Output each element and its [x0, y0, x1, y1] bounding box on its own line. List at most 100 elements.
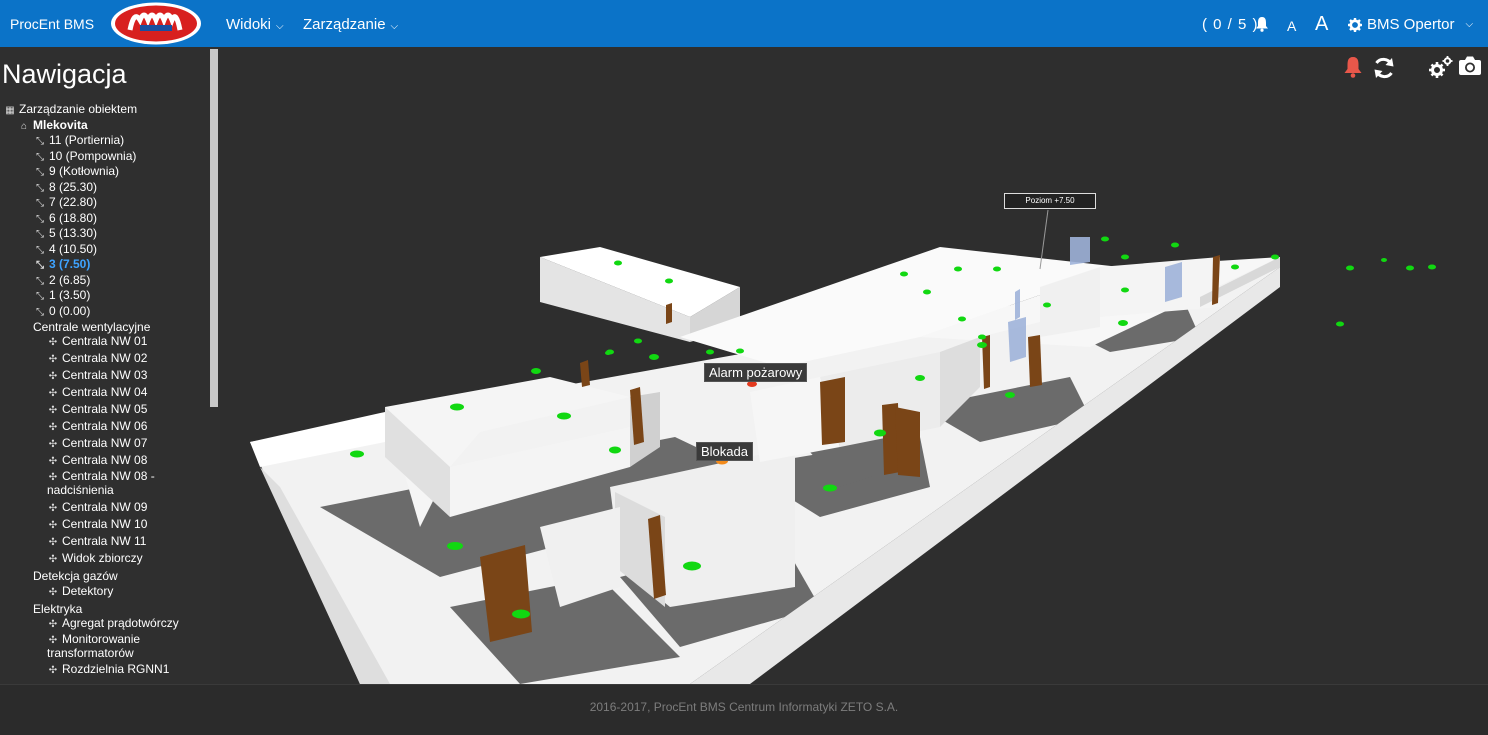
- fan-icon: ✣: [48, 405, 58, 416]
- alarm-counter[interactable]: ( 0 / 5 ): [1202, 16, 1259, 33]
- fan-icon: ✣: [48, 371, 58, 382]
- tree-item[interactable]: ⤡ 9 (Kotłownia): [34, 164, 119, 181]
- tree-item-label: Centrala NW 03: [62, 368, 148, 382]
- tree-item-label: Elektryka: [33, 602, 83, 616]
- user-menu[interactable]: BMS Opertor ⌵: [1348, 16, 1473, 33]
- settings-icon[interactable]: [1428, 55, 1454, 79]
- stairs-icon: ⤡: [36, 291, 44, 302]
- tree-item-label: 10 (Pompownia): [49, 148, 137, 163]
- footer-copyright: 2016-2017, ProcEnt BMS Centrum Informaty…: [589, 700, 899, 714]
- camera-icon[interactable]: [1458, 55, 1482, 77]
- level-label: Poziom +7.50: [1004, 193, 1096, 209]
- stairs-icon: ⤡: [36, 244, 44, 256]
- tree-item-label: 11 (Portiernia): [49, 133, 125, 147]
- tree-item-label: 6 (18.80): [49, 210, 98, 225]
- fan-icon: ✣: [48, 587, 58, 598]
- tree-item[interactable]: Detekcja gazów: [33, 569, 118, 585]
- chevron-down-icon: ⌵: [390, 21, 399, 32]
- fire-alarm-label[interactable]: Alarm pożarowy: [704, 363, 808, 382]
- tree-item-label: 7 (22.80): [49, 195, 98, 209]
- tree-item[interactable]: ▦ Zarządzanie obiektem: [4, 102, 137, 119]
- tree-item[interactable]: ✣ Centrala NW 03: [47, 368, 148, 385]
- tree-item[interactable]: ✣ Centrala NW 01: [47, 334, 148, 351]
- menu-zarzadzanie[interactable]: Zarządzanie ⌵: [303, 16, 398, 33]
- tree-item[interactable]: ✣ Agregat prądotwórczy: [47, 616, 179, 633]
- tree-item[interactable]: ⤡ 7 (22.80): [34, 195, 97, 212]
- tree-item[interactable]: ⤡ 1 (3.50): [34, 288, 90, 305]
- fan-icon: ✣: [48, 665, 58, 676]
- stairs-icon: ⤡: [36, 167, 44, 178]
- tree-item[interactable]: ✣ Centrala NW 10: [47, 517, 148, 534]
- company-logo: [111, 2, 201, 45]
- refresh-icon[interactable]: [1371, 55, 1397, 81]
- menu-widoki[interactable]: Widoki ⌵: [226, 16, 284, 33]
- factory-icon: ⌂: [20, 120, 28, 132]
- brand-name[interactable]: ProcEnt BMS: [10, 16, 94, 32]
- tree-item-label: Centrala NW 01: [62, 334, 148, 348]
- tree-item-label: Mlekovita: [33, 117, 88, 132]
- fan-icon: ✣: [48, 537, 58, 548]
- tree-item-label: 1 (3.50): [49, 288, 91, 302]
- tree-item[interactable]: ✣ Centrala NW 05: [47, 402, 148, 419]
- tree-item[interactable]: ✣ Centrala NW 07: [47, 436, 148, 453]
- tree-item[interactable]: ✣ Centrala NW 02: [47, 351, 148, 368]
- tree-item-label: Monitorowanie transformatorów: [47, 632, 141, 660]
- tree-item[interactable]: ✣ Centrala NW 06: [47, 419, 148, 436]
- chevron-down-icon: ⌵: [1465, 19, 1474, 30]
- tree-item-label: Centrala NW 09: [62, 500, 148, 514]
- tree-item-label: 8 (25.30): [49, 179, 98, 194]
- tree-item[interactable]: ✣ Centrala NW 04: [47, 385, 148, 402]
- tree-item[interactable]: ✣ Rozdzielnia RGNN1: [47, 662, 170, 679]
- fan-icon: ✣: [48, 388, 58, 399]
- tree-item-label: Detekcja gazów: [33, 569, 118, 583]
- stairs-icon: ⤡: [36, 260, 44, 271]
- fan-icon: ✣: [48, 337, 58, 348]
- tree-item[interactable]: ✣ Centrala NW 08 - nadciśnienia: [47, 470, 202, 497]
- font-decrease-button[interactable]: A: [1287, 18, 1296, 34]
- scrollbar-thumb[interactable]: [210, 49, 218, 407]
- fan-icon: ✣: [48, 503, 58, 514]
- stairs-icon: ⤡: [36, 306, 44, 318]
- block-label[interactable]: Blokada: [696, 442, 753, 461]
- 3d-view[interactable]: Poziom +7.50 Alarm pożarowy Blokada: [220, 47, 1488, 684]
- stairs-icon: ⤡: [36, 182, 44, 194]
- tree-item-label: 0 (0.00): [49, 303, 91, 318]
- tree-item[interactable]: ⤡ 11 (Portiernia): [34, 133, 124, 150]
- tree-item[interactable]: ✣ Centrala NW 11: [47, 534, 147, 551]
- tree-item[interactable]: ⤡ 5 (13.30): [34, 226, 97, 243]
- tree-item-label: Centrala NW 08 - nadciśnienia: [47, 469, 155, 497]
- fan-icon: ✣: [48, 456, 58, 467]
- tree-item-label: Centrala NW 10: [62, 517, 148, 531]
- bell-icon[interactable]: [1254, 16, 1270, 32]
- floor-plan-3d[interactable]: [220, 47, 1488, 684]
- tree-item[interactable]: ⤡ 3 (7.50): [34, 257, 90, 274]
- tree-item[interactable]: ✣ Centrala NW 08: [47, 453, 148, 470]
- tree-item[interactable]: ⤡ 6 (18.80): [34, 211, 97, 228]
- stairs-icon: ⤡: [36, 136, 44, 147]
- tree-item-label: 4 (10.50): [49, 241, 98, 256]
- tree-item-label: Zarządzanie obiektem: [19, 102, 138, 116]
- tree-item-label: 9 (Kotłownia): [49, 164, 120, 178]
- gear-icon: [1348, 17, 1362, 32]
- top-navbar: ProcEnt BMS Widoki ⌵ Zarządzanie ⌵ ( 0 / 5…: [0, 0, 1488, 47]
- tree-item[interactable]: ⤡ 10 (Pompownia): [34, 149, 136, 166]
- tree-item[interactable]: ⌂ Mlekovita: [18, 118, 88, 135]
- tree-item-label: Agregat prądotwórczy: [62, 616, 179, 630]
- tree-item-label: 3 (7.50): [49, 257, 91, 271]
- stairs-icon: ⤡: [36, 198, 44, 209]
- alarm-bell-icon[interactable]: [1341, 55, 1365, 79]
- tree-item[interactable]: ✣ Monitorowanie transformatorów: [47, 633, 202, 660]
- font-increase-button[interactable]: A: [1315, 13, 1328, 36]
- tree-item-label: Centrala NW 02: [62, 351, 148, 365]
- tree-item[interactable]: ✣ Widok zbiorczy: [47, 551, 143, 568]
- tree-item[interactable]: ⤡ 2 (6.85): [34, 273, 90, 290]
- building-icon: ▦: [5, 105, 15, 116]
- stairs-icon: ⤡: [36, 275, 44, 287]
- tree-item-label: 2 (6.85): [49, 272, 91, 287]
- tree-item[interactable]: ✣ Detektory: [47, 584, 114, 601]
- tree-item[interactable]: ✣ Centrala NW 09: [47, 500, 148, 517]
- tree-item[interactable]: ⤡ 4 (10.50): [34, 242, 97, 259]
- tree-item[interactable]: ⤡ 0 (0.00): [34, 304, 90, 321]
- tree-item[interactable]: ⤡ 8 (25.30): [34, 180, 97, 197]
- chevron-down-icon: ⌵: [276, 21, 284, 32]
